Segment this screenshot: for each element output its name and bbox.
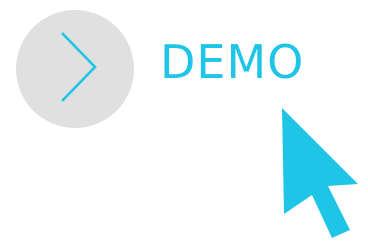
- demo-canvas: DEMO: [0, 0, 368, 246]
- chevron-right-icon: [61, 32, 97, 102]
- mouse-pointer-icon: [282, 108, 358, 238]
- demo-play-button[interactable]: [16, 10, 134, 128]
- demo-label[interactable]: DEMO: [160, 36, 304, 88]
